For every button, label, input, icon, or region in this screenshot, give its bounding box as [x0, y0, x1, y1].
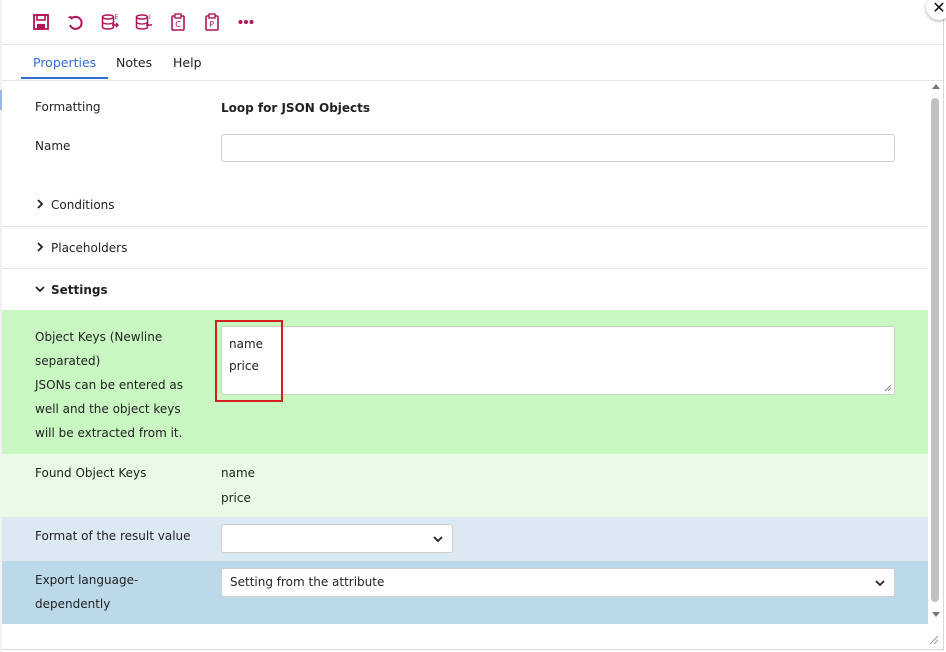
database-export-icon: E [101, 14, 119, 30]
name-label: Name [35, 139, 71, 153]
clipboard-p-icon: P [205, 13, 219, 31]
placeholders-title: Placeholders [51, 241, 128, 255]
found-key-item: name [221, 466, 256, 480]
settings-section-header[interactable]: Settings [2, 268, 928, 311]
dialog-resize-icon[interactable] [929, 635, 939, 645]
settings-title: Settings [51, 283, 108, 297]
save-icon [33, 14, 49, 30]
placeholders-section-header[interactable]: Placeholders [2, 226, 928, 269]
object-keys-hint: JSONs can be entered as well and the obj… [35, 378, 183, 440]
database-import-icon: I [135, 14, 152, 30]
found-key-item: price [221, 491, 251, 505]
chevron-down-icon [433, 536, 443, 543]
export-label: Export language-dependently [35, 573, 139, 611]
formatting-label: Formatting [35, 100, 101, 114]
svg-text:I: I [149, 14, 151, 21]
toolbar: E I C P [2, 0, 943, 45]
formatting-row: Formatting Loop for JSON Objects [2, 95, 928, 121]
scroll-down-arrow[interactable] [932, 612, 940, 617]
tab-properties[interactable]: Properties [21, 45, 109, 79]
svg-text:E: E [115, 14, 119, 21]
tab-help[interactable]: Help [161, 45, 214, 79]
format-label: Format of the result value [35, 529, 191, 543]
chevron-down-icon [875, 580, 885, 587]
clipboard-c-icon: C [171, 13, 185, 31]
conditions-section-header[interactable]: Conditions [2, 184, 928, 226]
tab-bar: Properties Notes Help [2, 45, 943, 81]
name-row: Name [2, 134, 928, 164]
found-keys-row: Found Object Keys name price [2, 454, 928, 517]
formatting-value: Loop for JSON Objects [221, 101, 371, 115]
undo-button[interactable] [64, 11, 86, 33]
chevron-right-icon [37, 242, 44, 252]
object-key-line: price [229, 359, 259, 373]
clipboard-p-button[interactable]: P [201, 11, 223, 33]
more-icon [238, 20, 254, 24]
database-import-button[interactable]: I [133, 11, 155, 33]
svg-text:C: C [175, 20, 181, 29]
export-select-value: Setting from the attribute [230, 575, 385, 589]
more-options-button[interactable] [235, 11, 257, 33]
object-keys-row: Object Keys (Newline separated) JSONs ca… [2, 310, 928, 454]
export-select[interactable]: Setting from the attribute [221, 568, 895, 597]
scroll-up-arrow[interactable] [932, 84, 940, 89]
database-export-button[interactable]: E [99, 11, 121, 33]
chevron-down-icon [35, 286, 45, 293]
export-row: Export language-dependently Setting from… [2, 561, 928, 624]
object-key-line: name [229, 337, 264, 351]
object-keys-label-block: Object Keys (Newline separated) JSONs ca… [35, 325, 200, 445]
svg-text:P: P [209, 20, 214, 29]
chevron-right-icon [37, 199, 44, 209]
clipboard-c-button[interactable]: C [167, 11, 189, 33]
close-icon: ✕ [932, 0, 946, 17]
object-keys-label: Object Keys (Newline separated) [35, 330, 163, 368]
save-button[interactable] [30, 11, 52, 33]
properties-dialog: E I C P Properties Notes Help Formatting… [2, 0, 944, 650]
object-keys-textarea[interactable]: name price [221, 326, 895, 395]
format-row: Format of the result value [2, 517, 928, 561]
found-keys-list: name price [221, 461, 255, 511]
tab-notes[interactable]: Notes [104, 45, 164, 79]
properties-form: Formatting Loop for JSON Objects Name Co… [2, 81, 928, 646]
conditions-title: Conditions [51, 198, 115, 212]
format-select[interactable] [221, 524, 453, 553]
found-keys-label: Found Object Keys [35, 466, 147, 480]
resize-handle-icon[interactable] [884, 384, 892, 392]
highlight-box [215, 320, 283, 402]
name-field[interactable] [221, 134, 895, 162]
undo-icon [67, 15, 83, 30]
scrollbar-thumb[interactable] [931, 98, 939, 602]
